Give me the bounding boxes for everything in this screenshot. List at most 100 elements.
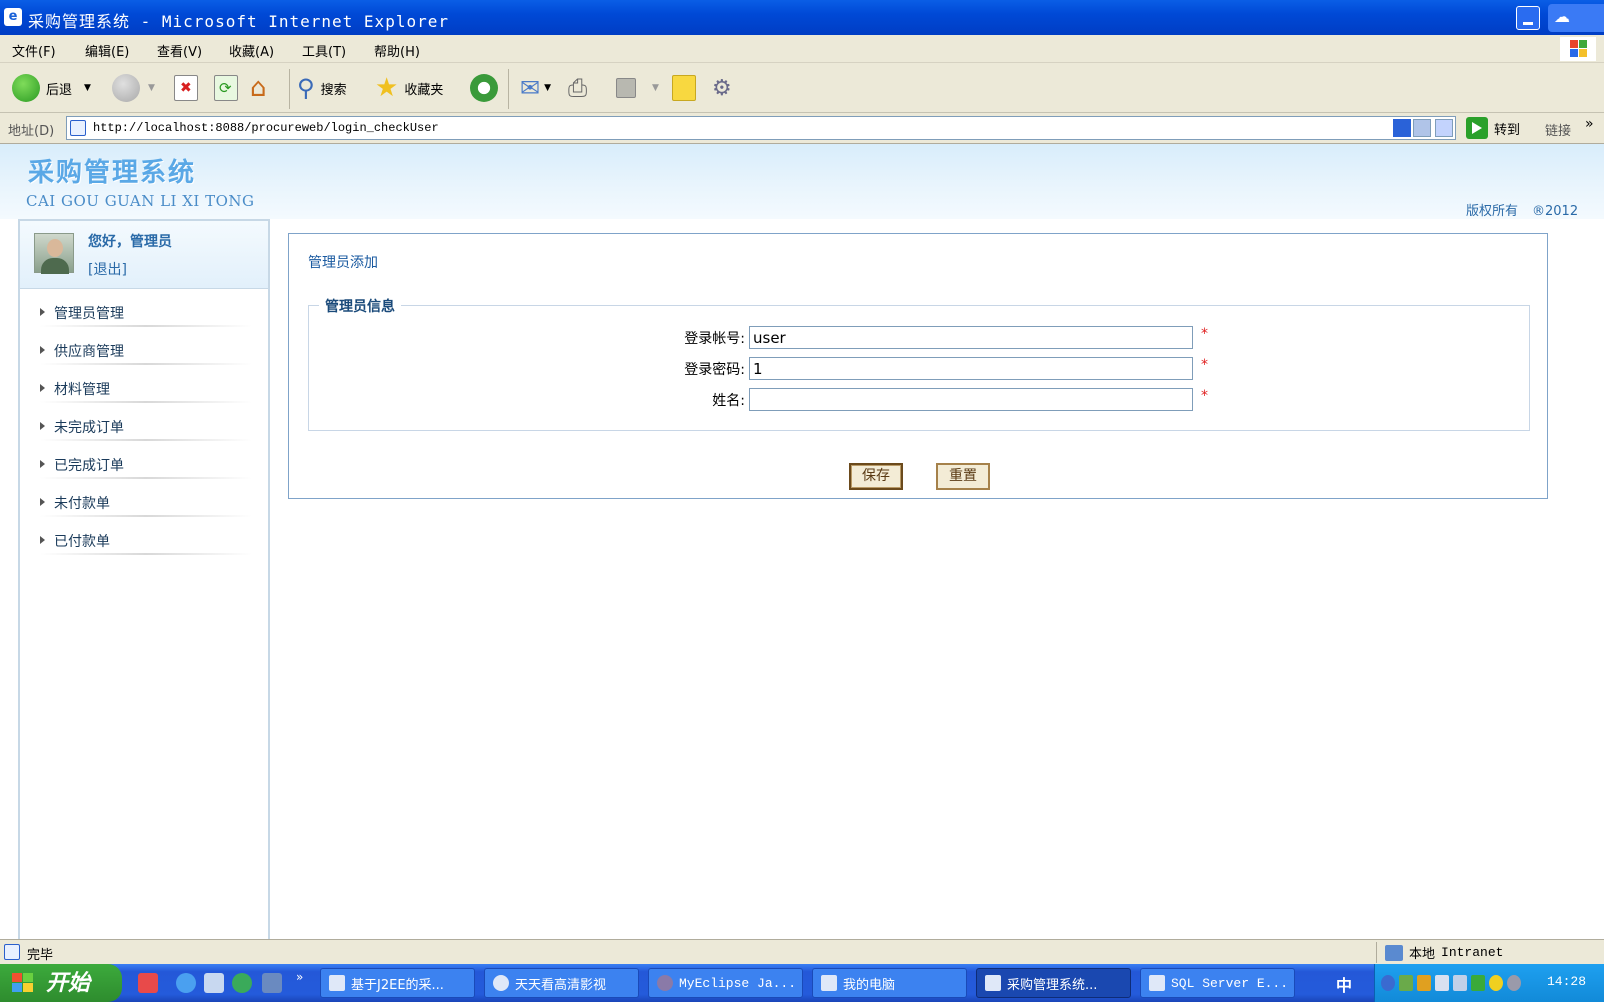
- task-button[interactable]: 我的电脑: [812, 968, 967, 998]
- task-button[interactable]: 天天看高清影视: [484, 968, 639, 998]
- mail-button[interactable]: ✉ ▼: [520, 74, 551, 102]
- task-label: SQL Server E...: [1171, 975, 1289, 991]
- tray-plus-icon[interactable]: [1489, 975, 1503, 991]
- links-label[interactable]: 链接: [1545, 120, 1571, 139]
- security-zone[interactable]: 本地 Intranet: [1376, 942, 1503, 963]
- divider: [40, 439, 252, 441]
- menu-favorites[interactable]: 收藏(A): [229, 41, 274, 60]
- menu-file[interactable]: 文件(F): [12, 41, 56, 60]
- sidebar: 您好，管理员 [退出] 管理员管理 供应商管理 材料管理 未完成订单 已完成订单…: [18, 219, 270, 939]
- video-icon: [493, 975, 509, 991]
- page-done-icon: [4, 944, 20, 960]
- required-mark: *: [1201, 357, 1208, 373]
- minimize-button[interactable]: [1516, 6, 1540, 30]
- intranet-icon: [1385, 944, 1403, 961]
- clock: 14:28: [1547, 974, 1587, 989]
- page-icon: [70, 120, 86, 136]
- search-icon: ⚲: [297, 74, 315, 102]
- search-button[interactable]: ⚲ 搜索: [297, 74, 347, 102]
- menu-bar: 文件(F) 编辑(E) 查看(V) 收藏(A) 工具(T) 帮助(H): [0, 35, 1604, 63]
- home-icon: ⌂: [250, 73, 267, 103]
- edit-dropdown-icon[interactable]: ▼: [652, 83, 659, 93]
- go-button[interactable]: 转到: [1466, 117, 1520, 139]
- sidebar-item-label: 已付款单: [54, 534, 110, 550]
- sidebar-item-pending-orders[interactable]: 未完成订单: [40, 409, 252, 447]
- toolbar-plugin-icon[interactable]: [1393, 119, 1411, 137]
- favorites-button[interactable]: ★ 收藏夹: [375, 73, 444, 103]
- task-label: MyEclipse Ja...: [679, 975, 797, 991]
- menu-view[interactable]: 查看(V): [157, 41, 202, 60]
- sidebar-item-supplier[interactable]: 供应商管理: [40, 333, 252, 371]
- sidebar-item-admin[interactable]: 管理员管理: [40, 295, 252, 333]
- user-box: 您好，管理员 [退出]: [20, 219, 268, 289]
- quicklaunch-desktop-icon[interactable]: [138, 973, 158, 993]
- forward-button[interactable]: ▼: [112, 74, 155, 102]
- quicklaunch-ie-icon[interactable]: [176, 973, 196, 993]
- stop-button[interactable]: ✖: [174, 74, 198, 102]
- help-icon[interactable]: [1413, 119, 1431, 137]
- quicklaunch-tool-icon[interactable]: [262, 973, 282, 993]
- password-input[interactable]: [749, 357, 1193, 380]
- task-button[interactable]: MyEclipse Ja...: [648, 968, 803, 998]
- tray-display-icon[interactable]: [1453, 975, 1467, 991]
- tray-arrow-icon[interactable]: [1381, 975, 1395, 991]
- sidebar-item-completed-orders[interactable]: 已完成订单: [40, 447, 252, 485]
- history-button[interactable]: [470, 74, 498, 102]
- sql-server-icon: [1149, 975, 1165, 991]
- divider: [40, 401, 252, 403]
- tray-signal-icon[interactable]: [1471, 975, 1485, 991]
- tray-network-icon[interactable]: [1399, 975, 1413, 991]
- mail-dropdown-icon[interactable]: ▼: [544, 83, 551, 93]
- back-arrow-icon: [12, 74, 40, 102]
- tray-qq-icon[interactable]: [1417, 975, 1431, 991]
- home-button[interactable]: ⌂: [250, 73, 267, 103]
- quicklaunch-app-icon[interactable]: [232, 973, 252, 993]
- sidebar-item-unpaid[interactable]: 未付款单: [40, 485, 252, 523]
- task-button[interactable]: SQL Server E...: [1140, 968, 1295, 998]
- quicklaunch-outlook-icon[interactable]: [204, 973, 224, 993]
- ime-indicator[interactable]: 中: [1336, 972, 1352, 996]
- menu-edit[interactable]: 编辑(E): [85, 41, 129, 60]
- back-dropdown-icon[interactable]: ▼: [84, 83, 91, 93]
- arrow-right-icon: [40, 346, 45, 354]
- task-button-active[interactable]: 采购管理系统...: [976, 968, 1131, 998]
- forward-dropdown-icon[interactable]: ▼: [148, 83, 155, 93]
- menu-help[interactable]: 帮助(H): [374, 41, 420, 60]
- cloud-icon[interactable]: ☁: [1548, 4, 1604, 32]
- windows-logo-icon: [1560, 37, 1596, 61]
- quicklaunch-more-icon[interactable]: »: [296, 970, 303, 984]
- search-label: 搜索: [320, 82, 347, 98]
- menu-tools[interactable]: 工具(T): [302, 41, 346, 60]
- tray-app-icon[interactable]: [1435, 975, 1449, 991]
- refresh-button[interactable]: ⟳: [214, 74, 238, 102]
- reset-button[interactable]: 重置: [936, 463, 990, 490]
- back-button[interactable]: 后退 ▼: [12, 74, 91, 102]
- sidebar-item-material[interactable]: 材料管理: [40, 371, 252, 409]
- password-label: 登录密码:: [684, 362, 745, 378]
- address-dropdown-icon[interactable]: [1435, 119, 1453, 137]
- print-button[interactable]: ⎙: [568, 74, 587, 102]
- sidebar-item-paid[interactable]: 已付款单: [40, 523, 252, 561]
- edit-button[interactable]: ▼: [616, 74, 659, 102]
- messenger-button[interactable]: ⚙: [712, 74, 732, 102]
- note-icon: [672, 75, 696, 101]
- logout-link[interactable]: [退出]: [88, 259, 127, 279]
- name-input[interactable]: [749, 388, 1193, 411]
- stop-icon: ✖: [174, 75, 198, 101]
- user-greeting: 您好，管理员: [88, 234, 172, 250]
- toolbar-separator: [508, 69, 509, 109]
- arrow-right-icon: [40, 536, 45, 544]
- window-title-bar[interactable]: e 采购管理系统 - Microsoft Internet Explorer ☁: [0, 0, 1604, 35]
- address-input[interactable]: http://localhost:8088/procureweb/login_c…: [66, 116, 1456, 140]
- start-button[interactable]: 开始: [0, 964, 122, 1002]
- task-button[interactable]: 基于J2EE的采...: [320, 968, 475, 998]
- chevron-right-icon[interactable]: »: [1585, 116, 1594, 132]
- account-input[interactable]: [749, 326, 1193, 349]
- notes-button[interactable]: [672, 74, 696, 102]
- arrow-right-icon: [40, 422, 45, 430]
- save-button[interactable]: 保存: [849, 463, 903, 490]
- favorites-label: 收藏夹: [404, 82, 444, 98]
- address-url[interactable]: http://localhost:8088/procureweb/login_c…: [93, 121, 439, 135]
- tray-volume-icon[interactable]: [1507, 975, 1521, 991]
- divider: [40, 553, 252, 555]
